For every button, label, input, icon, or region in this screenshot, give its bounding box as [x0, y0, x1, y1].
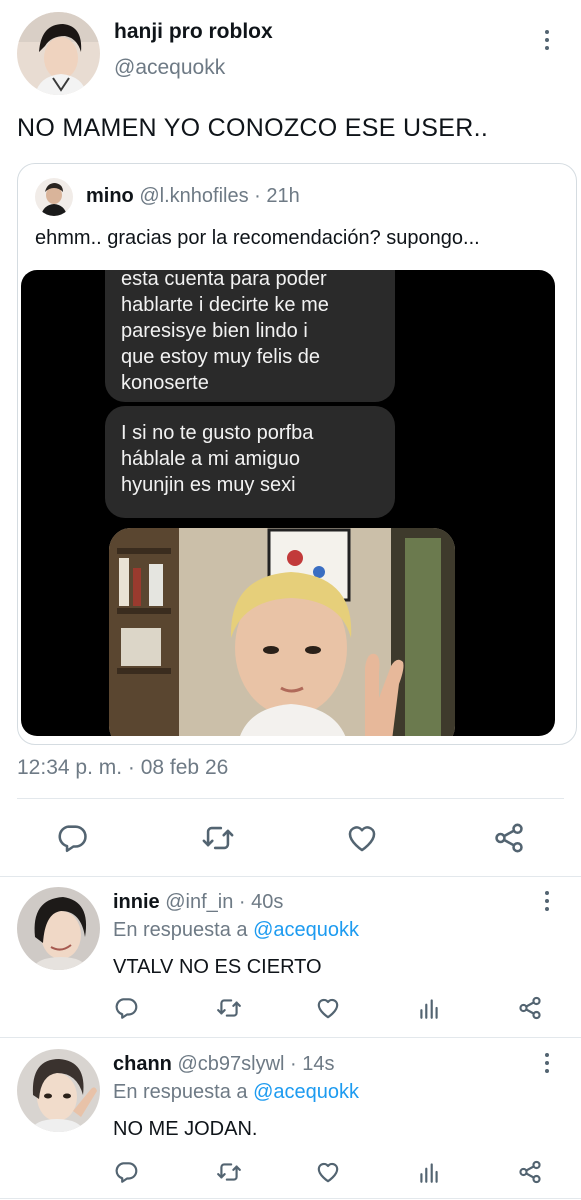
divider: [0, 876, 581, 877]
more-vertical-icon: [545, 1053, 549, 1057]
reply-author-line: chann @cb97slywl · 14s: [113, 1053, 335, 1076]
more-options-button[interactable]: [537, 26, 557, 54]
like-button[interactable]: [340, 816, 384, 860]
divider: [0, 1198, 581, 1199]
more-vertical-icon: [545, 30, 549, 34]
replying-to-link[interactable]: @acequokk: [253, 919, 359, 941]
quoted-author-line: mino @l.knhofiles · 21h: [86, 185, 300, 208]
share-button[interactable]: [515, 993, 545, 1023]
share-icon: [519, 996, 541, 1020]
replying-to: En respuesta a @acequokk: [113, 919, 359, 942]
analytics-button[interactable]: [414, 1157, 444, 1187]
retweet-button[interactable]: [196, 816, 240, 860]
more-options-button[interactable]: [537, 1049, 557, 1077]
more-options-button[interactable]: [537, 887, 557, 915]
heart-icon: [317, 998, 339, 1019]
reply-icon: [58, 825, 87, 853]
analytics-button[interactable]: [414, 993, 444, 1023]
reply-text: VTALV NO ES CIERTO: [113, 956, 322, 978]
reply-author-handle[interactable]: @cb97slywl: [177, 1053, 284, 1075]
chat-bubble-1: esta cuenta para poder hablarte i decirt…: [105, 270, 395, 402]
reply-author-avatar[interactable]: [17, 1049, 100, 1132]
reply-text: NO ME JODAN.: [113, 1118, 258, 1140]
retweet-button[interactable]: [214, 1157, 244, 1187]
reply-button[interactable]: [111, 1157, 141, 1187]
reply-author-line: innie @inf_in · 40s: [113, 891, 283, 914]
heart-icon: [317, 1162, 339, 1183]
replying-to-label: En respuesta a: [113, 1081, 248, 1103]
divider: [17, 798, 564, 799]
quoted-author-name[interactable]: mino: [86, 185, 134, 207]
share-button[interactable]: [487, 816, 531, 860]
replying-to: En respuesta a @acequokk: [113, 1081, 359, 1104]
replying-to-link[interactable]: @acequokk: [253, 1081, 359, 1103]
reply-icon: [115, 998, 138, 1019]
quoted-media-image[interactable]: esta cuenta para poder hablarte i decirt…: [21, 270, 555, 736]
analytics-icon: [420, 999, 438, 1019]
like-button[interactable]: [313, 1157, 343, 1187]
tweet-text: NO MAMEN YO CONOZCO ESE USER..: [17, 114, 489, 142]
share-icon: [495, 823, 523, 853]
retweet-button[interactable]: [214, 993, 244, 1023]
retweet-icon: [202, 826, 234, 850]
analytics-icon: [420, 1163, 438, 1183]
like-button[interactable]: [313, 993, 343, 1023]
quoted-author-avatar[interactable]: [35, 178, 73, 216]
quoted-tweet-card[interactable]: mino @l.knhofiles · 21h ehmm.. gracias p…: [17, 163, 577, 745]
reply-button[interactable]: [111, 993, 141, 1023]
heart-icon: [348, 826, 376, 852]
divider: [0, 1037, 581, 1038]
main-author-name[interactable]: hanji pro roblox: [114, 20, 273, 44]
reply-author-name[interactable]: chann: [113, 1053, 172, 1075]
reply-icon: [115, 1162, 138, 1183]
quoted-tweet-text: ehmm.. gracias por la recomendación? sup…: [35, 227, 480, 249]
share-icon: [519, 1160, 541, 1184]
reply-button[interactable]: [50, 816, 94, 860]
retweet-icon: [217, 1163, 241, 1181]
reply-author-name[interactable]: innie: [113, 891, 160, 913]
tweet-timestamp[interactable]: 12:34 p. m. · 08 feb 26: [17, 756, 228, 780]
retweet-icon: [217, 999, 241, 1017]
reply-time: · 14s: [290, 1053, 335, 1075]
more-vertical-icon: [545, 891, 549, 895]
reply-author-handle[interactable]: @inf_in: [165, 891, 233, 913]
reply-time: · 40s: [238, 891, 284, 913]
quoted-author-handle[interactable]: @l.knhofiles: [139, 185, 248, 207]
main-author-handle[interactable]: @acequokk: [114, 56, 225, 80]
reply-author-avatar[interactable]: [17, 887, 100, 970]
selfie-photo: [109, 528, 455, 736]
share-button[interactable]: [515, 1157, 545, 1187]
chat-bubble-2: I si no te gusto porfba háblale a mi ami…: [105, 406, 395, 518]
quoted-time: · 21h: [254, 185, 300, 207]
main-author-avatar[interactable]: [17, 12, 100, 95]
replying-to-label: En respuesta a: [113, 919, 248, 941]
